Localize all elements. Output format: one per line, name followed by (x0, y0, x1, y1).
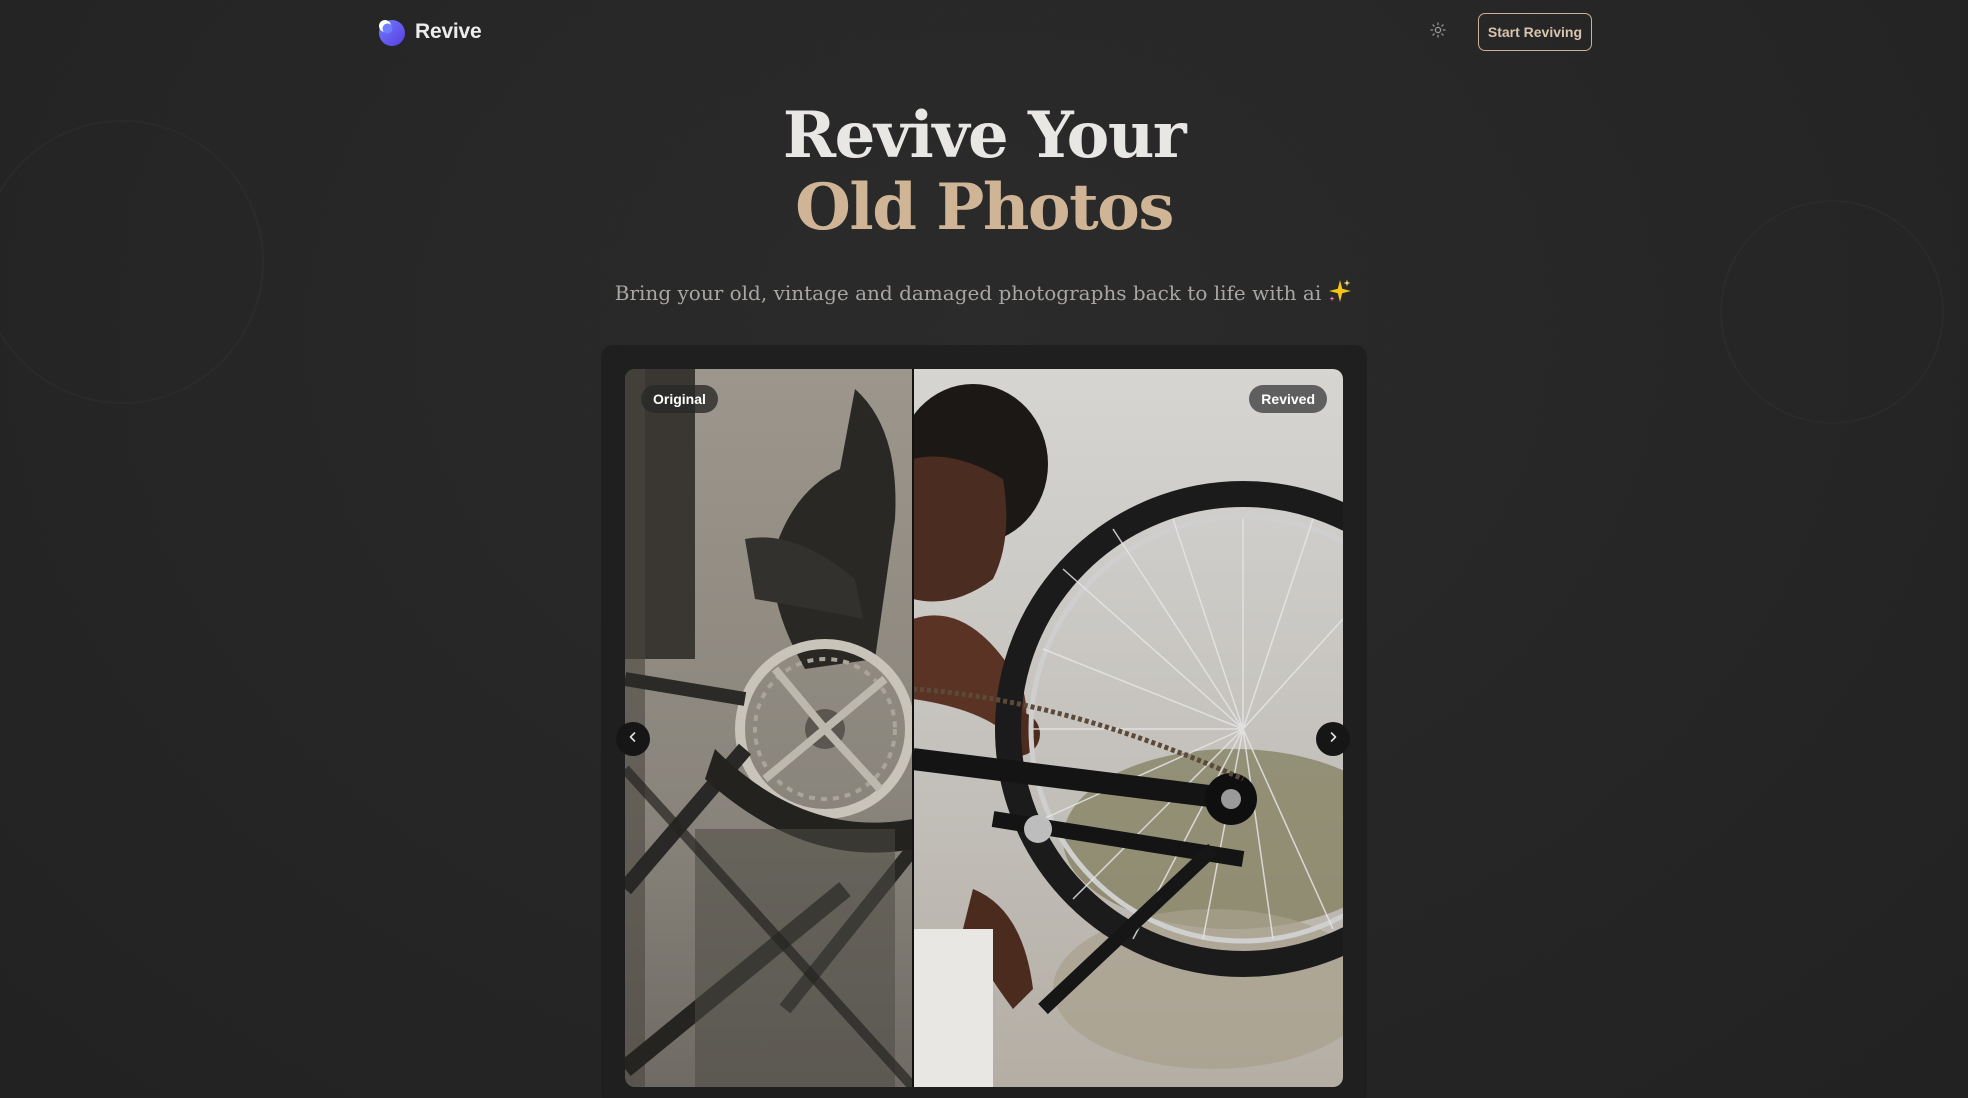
before-after-slider[interactable]: Original Revived (625, 369, 1343, 1087)
brand-link[interactable]: Revive (376, 17, 482, 47)
start-reviving-button[interactable]: Start Reviving (1477, 13, 1592, 51)
top-navbar: Revive Start Reviving (376, 0, 1592, 64)
hero-title: Revive Your Old Photos (0, 100, 1968, 244)
sparkles-icon (1327, 278, 1353, 309)
revived-photo (913, 369, 1343, 1087)
hero-subtitle-text: Bring your old, vintage and damaged phot… (614, 281, 1322, 305)
crescent-moon-logo-icon (376, 17, 406, 47)
original-label: Original (641, 385, 718, 413)
hero-title-line1: Revive Your (782, 98, 1187, 173)
chevron-left-icon (627, 730, 639, 748)
before-after-card: Original Revived (601, 345, 1367, 1098)
sun-icon (1430, 21, 1446, 43)
navbar-actions: Start Reviving (1424, 13, 1592, 51)
original-photo (625, 369, 913, 1087)
chevron-right-icon (1327, 730, 1339, 748)
revived-label: Revived (1249, 385, 1327, 413)
brand-name: Revive (415, 20, 482, 43)
comparison-divider-handle[interactable] (912, 369, 914, 1087)
theme-toggle-button[interactable] (1424, 18, 1452, 46)
hero-title-line2: Old Photos (795, 170, 1174, 245)
hero-subtitle: Bring your old, vintage and damaged phot… (0, 278, 1968, 309)
previous-example-button[interactable] (616, 722, 650, 756)
next-example-button[interactable] (1316, 722, 1350, 756)
